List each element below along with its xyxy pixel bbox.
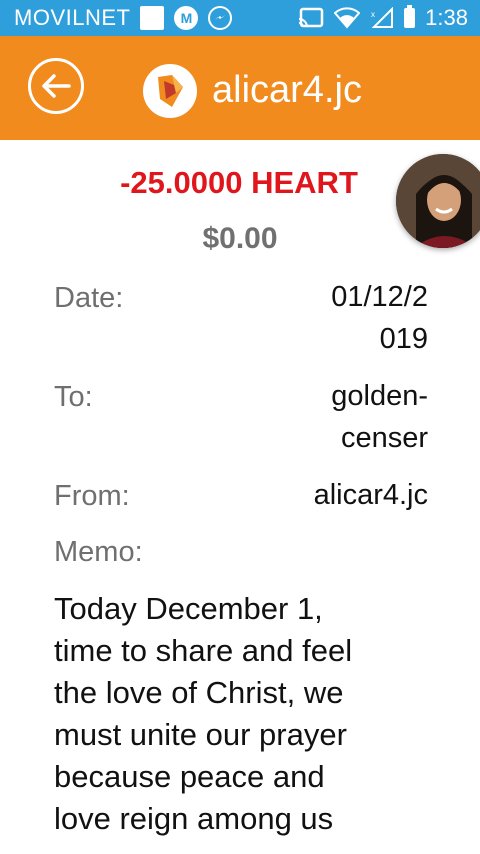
memo-line: because peace and	[54, 759, 325, 794]
date-value-line-1: 01/12/2	[331, 281, 428, 313]
carrier-name: MOVILNET	[14, 5, 131, 30]
transfer-amount: -25.0000 HEART	[0, 164, 480, 202]
system-icons: x 1:38	[298, 5, 468, 31]
clock: 1:38	[425, 5, 468, 30]
steemit-logo-icon	[143, 64, 197, 118]
memo-line: time to share and feel	[54, 633, 353, 668]
status-bar: MOVILNET M x 1:38	[0, 0, 480, 36]
to-value-line-1: golden-	[331, 380, 428, 412]
to-value-line-2: censer	[340, 422, 428, 454]
back-button[interactable]	[28, 58, 84, 114]
app-bar: alicar4.jc	[0, 36, 480, 140]
notification-icons: M	[140, 6, 233, 30]
svg-text:x: x	[371, 10, 375, 19]
to-label: To:	[54, 381, 93, 413]
battery-icon	[404, 5, 416, 28]
memo-line: Today December 1,	[54, 591, 323, 626]
memo-label: Memo:	[54, 536, 143, 568]
memo-line: the love of Christ, we	[54, 675, 344, 710]
messenger-m-icon: M	[174, 6, 199, 30]
app-square-icon	[140, 6, 165, 30]
date-value-line-2: 019	[379, 323, 428, 355]
date-value: 01/12/2 019	[331, 276, 428, 360]
memo-text: Today December 1, time to share and feel…	[54, 588, 434, 840]
to-value[interactable]: golden- censer	[331, 375, 428, 459]
signal-icon: x	[371, 7, 394, 28]
from-value[interactable]: alicar4.jc	[314, 474, 428, 516]
cast-icon	[298, 7, 324, 28]
usd-value: $0.00	[202, 222, 278, 255]
back-arrow-icon	[42, 74, 71, 98]
page-title: alicar4.jc	[212, 69, 362, 111]
messenger-icon	[208, 6, 233, 30]
amount-value: -25.0000 HEART	[120, 165, 358, 200]
memo-line: love reign among us	[54, 801, 334, 836]
wifi-icon	[334, 7, 361, 29]
memo-line: must unite our prayer	[54, 717, 347, 752]
date-label: Date:	[54, 282, 124, 314]
from-label: From:	[54, 480, 130, 512]
